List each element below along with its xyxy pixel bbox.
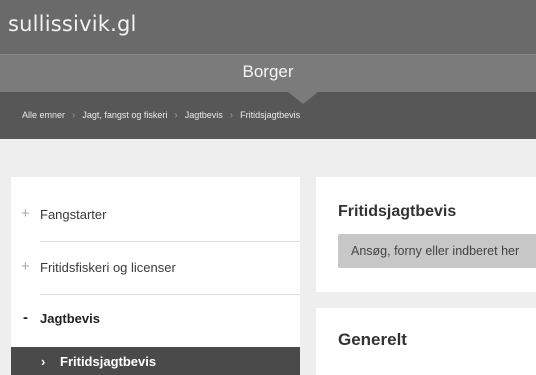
section-title[interactable]: Borger	[0, 62, 536, 82]
sidebar-subitem-fritidsjagtbevis[interactable]: › Fritidsjagtbevis	[11, 347, 300, 375]
breadcrumb: Alle emner › Jagt, fangst og fiskeri › Jagtb…	[22, 110, 300, 121]
sidebar-item-jagtbevis[interactable]: - Jagtbevis	[11, 293, 300, 345]
general-section-card: Generelt	[316, 308, 536, 375]
breadcrumb-item-jagtbevis[interactable]: Jagtbevis	[185, 110, 223, 120]
sidebar-item-label: Jagtbevis	[40, 311, 100, 326]
chevron-right-icon: ›	[41, 354, 46, 369]
breadcrumb-item-current: Fritidsjagtbevis	[240, 110, 301, 120]
page-header-card: Fritidsjagtbevis Ansøg, forny eller indb…	[316, 177, 536, 292]
chevron-right-icon: ›	[229, 110, 234, 121]
chevron-right-icon: ›	[174, 110, 178, 121]
site-header: sullissivik.gl	[0, 0, 536, 54]
sidebar-item-label: Fangstarter	[40, 207, 107, 222]
apply-renew-report-button[interactable]: Ansøg, forny eller indberet her	[338, 234, 536, 268]
sidebar-nav: + Fangstarter + Fritidsfiskeri og licens…	[11, 177, 300, 375]
section-indicator-notch	[288, 92, 318, 104]
section-heading: Generelt	[338, 330, 407, 349]
plus-icon: +	[21, 205, 30, 222]
chevron-right-icon: ›	[72, 110, 76, 121]
site-logo-link[interactable]: sullissivik.gl	[8, 12, 137, 36]
plus-icon: +	[21, 258, 30, 275]
minus-icon: -	[23, 309, 28, 326]
breadcrumb-item-alle-emner[interactable]: Alle emner	[22, 110, 65, 120]
sidebar-item-fritidsfiskeri[interactable]: + Fritidsfiskeri og licenser	[11, 242, 300, 294]
breadcrumb-item-jagt-fangst-fiskeri[interactable]: Jagt, fangst og fiskeri	[82, 110, 167, 120]
sidebar-item-fangstarter[interactable]: + Fangstarter	[11, 189, 300, 241]
sidebar-subitem-label: Fritidsjagtbevis	[60, 354, 157, 369]
page-title: Fritidsjagtbevis	[338, 203, 457, 220]
sidebar-item-label: Fritidsfiskeri og licenser	[40, 260, 176, 275]
